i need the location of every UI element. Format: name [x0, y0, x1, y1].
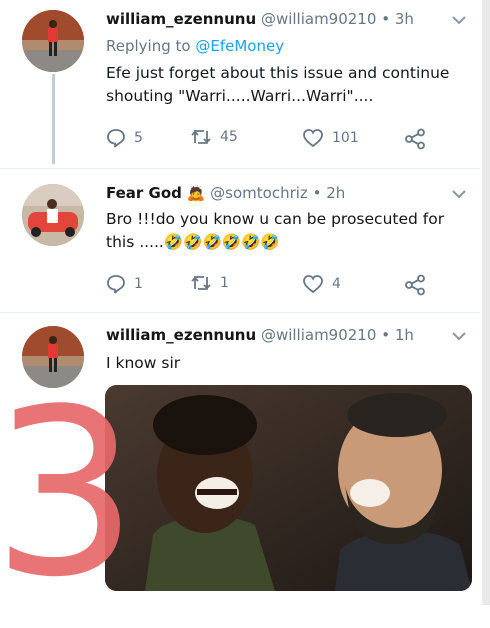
display-name-emoji: 🙇 — [186, 184, 206, 202]
laughing-men-photo — [105, 385, 472, 591]
tweet-text: Efe just forget about this issue and con… — [106, 62, 468, 108]
timestamp[interactable]: 3h — [395, 10, 414, 28]
heart-icon — [302, 128, 324, 148]
reply-count: 1 — [134, 276, 143, 292]
share-icon — [404, 128, 426, 150]
user-handle[interactable]: @william90210 — [261, 10, 376, 28]
chevron-down-icon[interactable] — [452, 188, 466, 203]
user-handle[interactable]: @william90210 — [261, 326, 376, 344]
display-name[interactable]: Fear God — [106, 184, 182, 202]
like-button[interactable]: 4 — [302, 274, 341, 294]
timestamp[interactable]: 2h — [326, 184, 345, 202]
tweet-text-line: Bro !!!do you know u can be prosecuted f… — [106, 210, 445, 228]
replying-to: Replying to @EfeMoney — [106, 37, 284, 55]
tweet-text: Bro !!!do you know u can be prosecuted f… — [106, 208, 468, 254]
reply-icon — [106, 128, 126, 148]
overlay-number: 3 — [0, 361, 139, 628]
separator-dot: • — [381, 10, 391, 28]
share-button[interactable] — [404, 274, 426, 296]
separator-dot: • — [381, 326, 391, 344]
tweet-1[interactable]: william_ezennunu @william90210 • 3h Repl… — [0, 0, 480, 164]
chevron-down-icon[interactable] — [452, 14, 466, 29]
tweet-text-line: shouting "Warri.....Warri...Warri".... — [106, 87, 374, 105]
reply-button[interactable]: 5 — [106, 128, 143, 148]
retweet-icon — [190, 128, 212, 146]
like-button[interactable]: 101 — [302, 128, 359, 148]
retweet-count: 1 — [220, 275, 229, 291]
tweet-header: Fear God 🙇 @somtochriz • 2h — [106, 184, 345, 202]
user-handle[interactable]: @somtochriz — [210, 184, 308, 202]
replying-to-label: Replying to — [106, 37, 191, 55]
timestamp[interactable]: 1h — [395, 326, 414, 344]
share-button[interactable] — [404, 128, 426, 150]
tweet-divider — [0, 168, 480, 169]
share-icon — [404, 274, 426, 296]
avatar[interactable] — [22, 10, 84, 72]
tweet-header: william_ezennunu @william90210 • 3h — [106, 10, 414, 28]
reply-count: 5 — [134, 130, 143, 146]
tweet-text: I know sir — [106, 352, 468, 375]
action-bar: 5 45 101 — [106, 128, 436, 150]
reply-icon — [106, 274, 126, 294]
retweet-icon — [190, 274, 212, 292]
retweet-button[interactable]: 1 — [190, 274, 229, 292]
like-count: 101 — [332, 130, 359, 146]
display-name[interactable]: william_ezennunu — [106, 10, 256, 28]
reply-button[interactable]: 1 — [106, 274, 143, 294]
avatar[interactable] — [22, 184, 84, 246]
retweet-count: 45 — [220, 129, 238, 145]
retweet-button[interactable]: 45 — [190, 128, 238, 146]
tweet-divider — [0, 312, 480, 313]
avatar-photo — [22, 184, 84, 246]
heart-icon — [302, 274, 324, 294]
tweet-header: william_ezennunu @william90210 • 1h — [106, 326, 414, 344]
tweet-2[interactable]: Fear God 🙇 @somtochriz • 2h Bro !!!do yo… — [0, 170, 480, 310]
avatar-photo — [22, 10, 84, 72]
screen-edge — [482, 0, 490, 605]
tweet-text-line: this .....🤣🤣🤣🤣🤣🤣 — [106, 233, 280, 251]
thread-line — [52, 74, 55, 164]
like-count: 4 — [332, 276, 341, 292]
tweet-text-line: Efe just forget about this issue and con… — [106, 64, 450, 82]
tweet-text-line: I know sir — [106, 354, 181, 372]
action-bar: 1 1 4 — [106, 274, 436, 296]
chevron-down-icon[interactable] — [452, 330, 466, 345]
mention-link[interactable]: @EfeMoney — [195, 37, 284, 55]
tweet-media-image[interactable] — [105, 385, 472, 591]
display-name[interactable]: william_ezennunu — [106, 326, 256, 344]
separator-dot: • — [312, 184, 322, 202]
